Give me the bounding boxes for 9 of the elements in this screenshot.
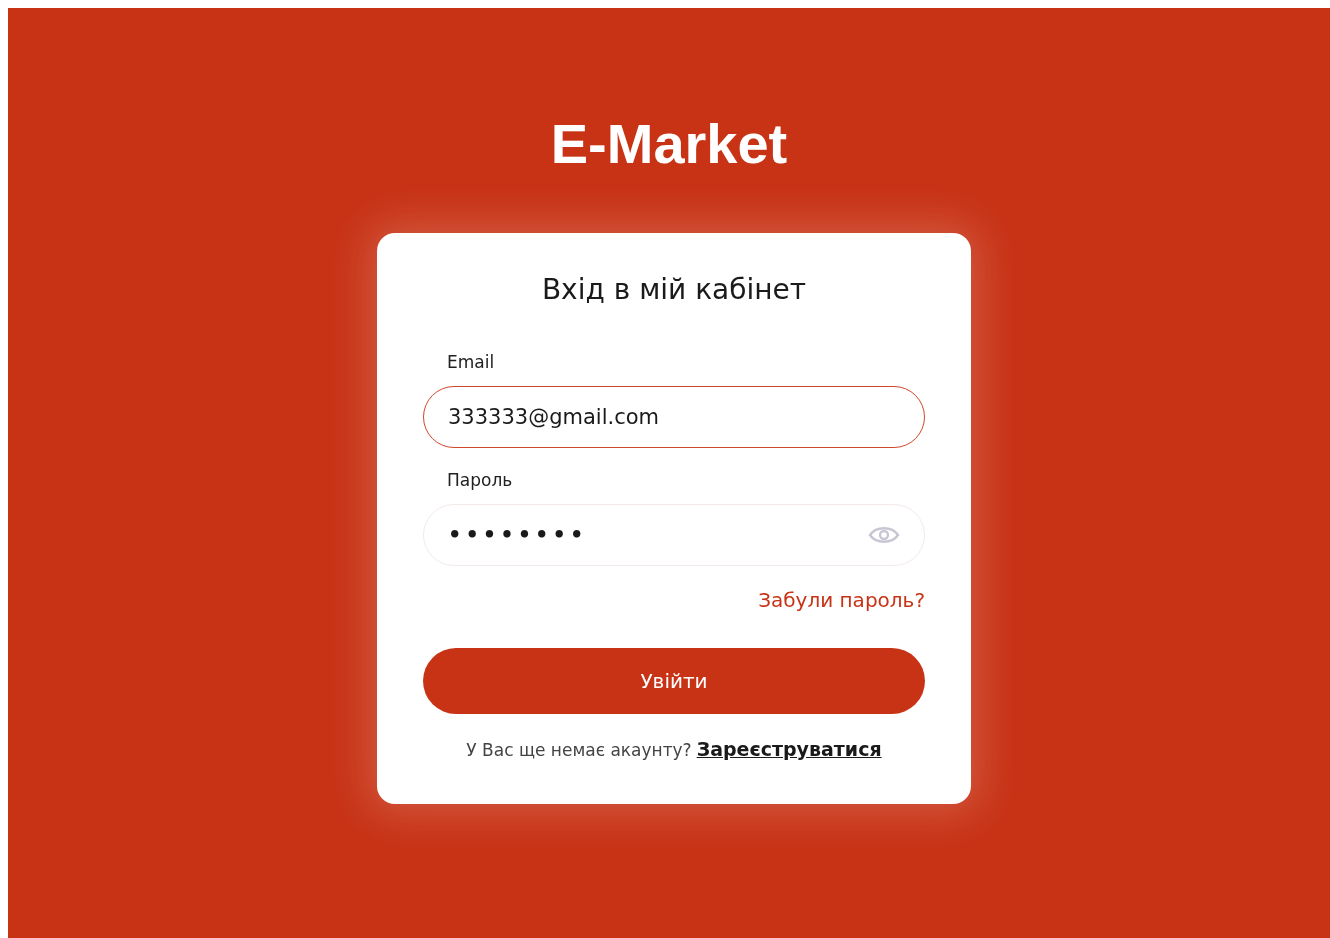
signup-prompt: У Вас ще немає акаунту? <box>466 740 692 760</box>
field-label: Email <box>447 352 495 372</box>
signup-link[interactable]: Зареєструватися <box>696 738 882 760</box>
card-title: Вхід в мій кабінет <box>540 273 808 306</box>
eye-icon[interactable] <box>868 524 900 546</box>
forgot-password-link[interactable]: Забули пароль? <box>758 588 925 612</box>
brand-logo: E-Market <box>550 112 788 176</box>
field-label: Пароль <box>447 470 513 490</box>
login-button[interactable]: Увійти <box>423 648 925 714</box>
